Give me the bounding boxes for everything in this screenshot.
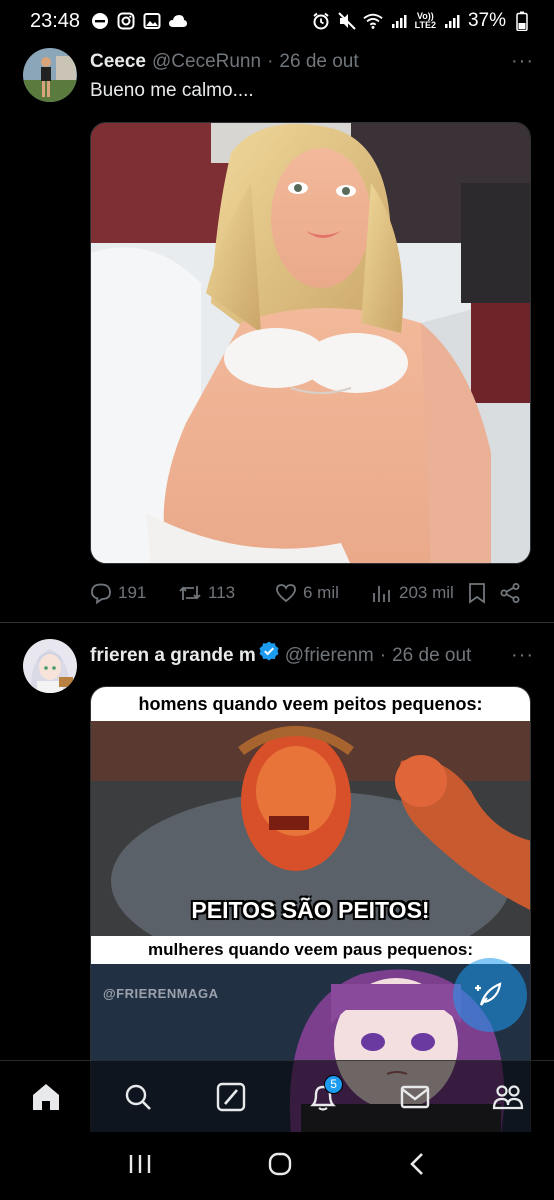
meme-panel-top: PEITOS SÃO PEITOS! (91, 721, 530, 936)
compose-button[interactable] (453, 958, 527, 1032)
display-name[interactable]: Ceece (90, 51, 146, 73)
status-time: 23:48 (30, 9, 81, 32)
status-bar: 23:48 Vo)) LTE2 37% (0, 0, 554, 42)
wifi-icon (362, 11, 383, 31)
communities-icon (492, 1084, 523, 1109)
tweet[interactable]: frieren a grande m @frierenm · 26 de out… (0, 623, 554, 1133)
mute-icon (337, 11, 357, 31)
compose-feather-icon (475, 982, 502, 1006)
meme-caption-bottom: mulheres quando veem paus pequenos: (91, 936, 530, 964)
grok-icon (216, 1082, 246, 1111)
display-name[interactable]: frieren a grande m (90, 645, 256, 667)
gallery-icon (142, 11, 162, 31)
battery-icon (512, 11, 532, 31)
handle[interactable]: @frierenm (285, 645, 374, 667)
alarm-icon (311, 11, 331, 31)
avatar[interactable] (23, 48, 77, 102)
avatar[interactable] (23, 639, 77, 693)
signal-icon-2 (442, 11, 462, 31)
retweet-icon (179, 586, 201, 600)
home-circle-icon (268, 1152, 292, 1175)
search-icon (126, 1084, 152, 1110)
handle[interactable]: @CeceRunn (152, 51, 261, 73)
nav-grok[interactable] (211, 1077, 251, 1117)
meme-watermark: @FRIERENMAGA (103, 986, 219, 1001)
home-system-button[interactable] (267, 1151, 293, 1182)
retweet-button[interactable]: 113 (178, 582, 275, 604)
tweet-header: frieren a grande m @frierenm · 26 de out… (90, 641, 534, 667)
reply-count: 191 (118, 583, 147, 602)
bottom-nav: 5 (0, 1060, 554, 1132)
views-count: 203 mil (399, 583, 454, 602)
like-button[interactable]: 6 mil (275, 582, 371, 604)
views-button[interactable]: 203 mil (371, 582, 467, 604)
recent-apps-icon (129, 1154, 151, 1173)
battery-percent: 37% (467, 10, 506, 31)
instagram-icon (116, 11, 136, 31)
recent-apps-button[interactable] (127, 1152, 153, 1181)
tweet-header: Ceece @CeceRunn · 26 de out ··· (90, 50, 534, 73)
share-icon (500, 583, 520, 603)
nav-notifications[interactable]: 5 (303, 1074, 344, 1117)
separator: · (267, 51, 274, 72)
reply-button[interactable]: 191 (90, 582, 178, 604)
views-icon (373, 586, 390, 602)
reply-icon (91, 583, 111, 604)
bookmark-button[interactable] (467, 582, 499, 604)
notifications-badge: 5 (324, 1074, 344, 1094)
bookmark-icon (469, 583, 485, 604)
back-button[interactable] (407, 1151, 427, 1182)
meme-caption-top: homens quando veem peitos pequenos: (91, 687, 530, 721)
tweet-date[interactable]: 26 de out (279, 51, 358, 73)
separator: · (379, 645, 387, 666)
tweet[interactable]: Ceece @CeceRunn · 26 de out ··· Bueno me… (0, 42, 554, 622)
share-button[interactable] (499, 582, 529, 604)
nav-search[interactable] (118, 1077, 158, 1117)
signal-icon (389, 11, 409, 31)
tweet-actions: 191 113 6 mil 203 mil (90, 582, 534, 604)
network-label: Vo)) LTE2 (414, 11, 436, 30)
nav-home[interactable] (26, 1077, 66, 1117)
system-nav-bar (0, 1132, 554, 1200)
tweet-date[interactable]: 26 de out (392, 645, 471, 667)
cloud-icon (168, 11, 188, 31)
more-options-icon[interactable]: ··· (511, 644, 534, 667)
retweet-count: 113 (208, 583, 236, 602)
nav-communities[interactable] (488, 1077, 528, 1117)
dnd-icon (90, 11, 110, 31)
back-chevron-icon (410, 1152, 423, 1175)
nav-messages[interactable] (395, 1077, 435, 1117)
heart-icon (276, 584, 296, 603)
like-count: 6 mil (303, 583, 339, 602)
verified-badge-icon (259, 641, 279, 661)
tweet-photo[interactable] (90, 122, 531, 564)
meme-overlay-text: PEITOS SÃO PEITOS! (191, 897, 430, 923)
more-options-icon[interactable]: ··· (511, 50, 534, 73)
messages-icon (401, 1085, 430, 1108)
home-icon (33, 1083, 60, 1110)
tweet-text: Bueno me calmo.... (90, 80, 254, 101)
